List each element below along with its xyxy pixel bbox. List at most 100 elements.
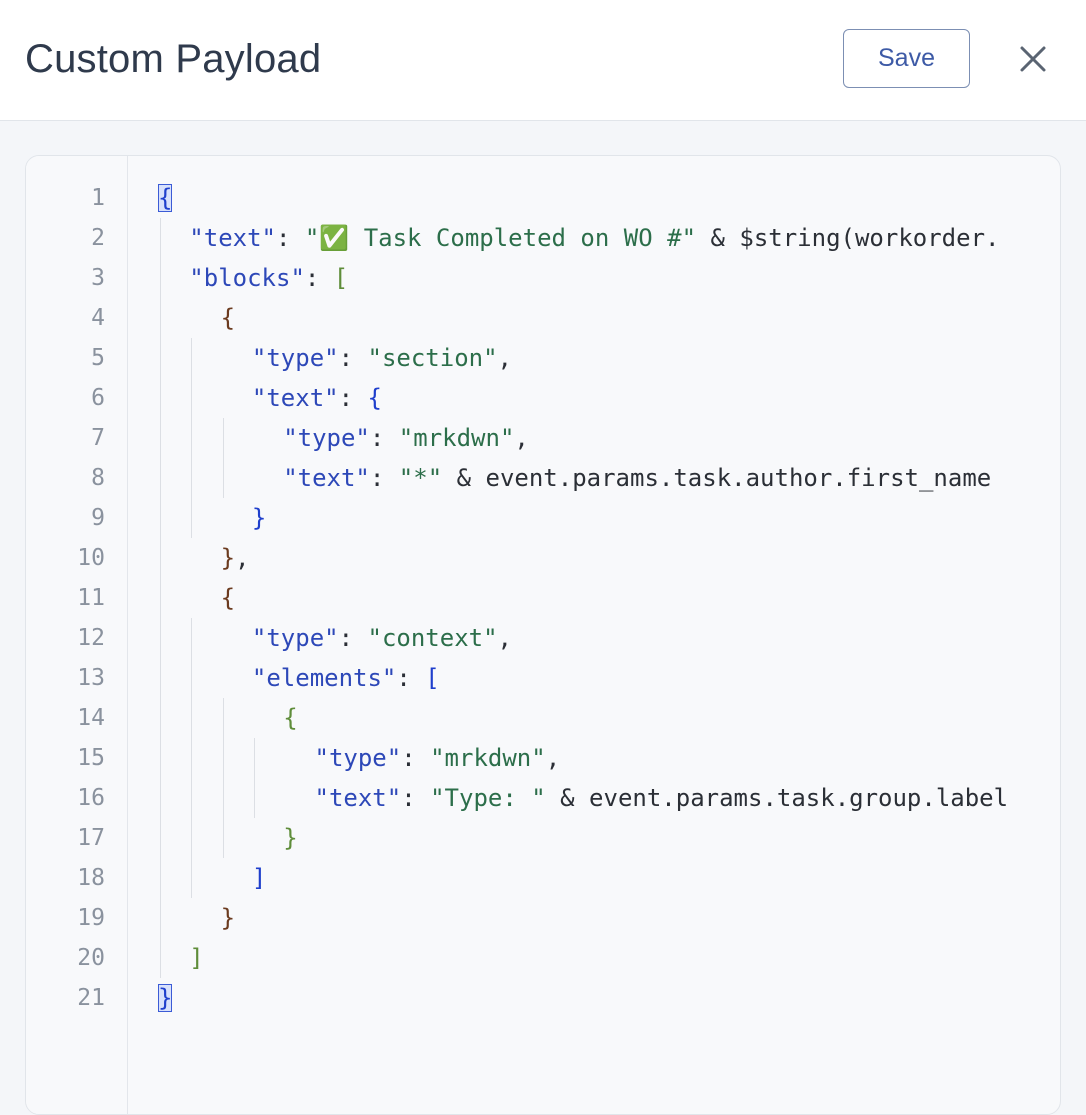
code-token: "text": [283, 464, 370, 492]
code-token: "type": [283, 424, 370, 452]
line-number: 11: [77, 585, 105, 611]
code-token: ,: [497, 624, 512, 652]
code-token: {: [220, 304, 236, 332]
line-number: 13: [77, 665, 105, 691]
code-token: ]: [189, 944, 204, 972]
code-token: :: [369, 464, 399, 492]
code-token: ,: [514, 424, 529, 452]
line-number: 12: [77, 625, 105, 651]
code-token: :: [338, 624, 368, 652]
code-token: "text": [314, 784, 402, 812]
line-number: 6: [91, 385, 105, 411]
code-token: "blocks": [189, 264, 305, 292]
line-number: 17: [77, 825, 105, 851]
line-number: 16: [77, 785, 105, 811]
code-token: "mrkdwn": [430, 744, 546, 772]
code-token: "text": [251, 384, 339, 412]
code-editor[interactable]: 1 2 3 4 5 6 7 8 9 10 11 12 13 14 15 16 17 18 19 20 21 {"text…: [25, 155, 1061, 1115]
line-number: 14: [77, 705, 105, 731]
code-token: & event.params.task.group.label: [545, 784, 1009, 812]
code-token: }: [158, 984, 173, 1012]
code-token: "type": [251, 344, 339, 372]
code-line[interactable]: "type": "mrkdwn",: [283, 418, 529, 458]
code-token: "type": [251, 624, 339, 652]
code-token: "type": [314, 744, 402, 772]
code-token: :: [401, 744, 431, 772]
code-token: [: [333, 264, 349, 292]
code-token: :: [338, 384, 368, 412]
line-number: 9: [91, 505, 105, 531]
indent-guide: [222, 418, 224, 498]
code-token: "text": [189, 224, 276, 252]
line-number: 2: [91, 225, 105, 251]
code-line[interactable]: {: [221, 298, 235, 338]
code-line[interactable]: {: [283, 698, 297, 738]
line-number-gutter: 1 2 3 4 5 6 7 8 9 10 11 12 13 14 15 16 17 18 19 20 21: [26, 156, 128, 1114]
code-token: :: [276, 224, 305, 252]
code-token: :: [396, 664, 426, 692]
code-token: {: [367, 384, 382, 412]
code-line[interactable]: ]: [189, 938, 203, 978]
code-line[interactable]: "elements": [: [252, 658, 440, 698]
line-number: 4: [91, 305, 105, 331]
line-number: 5: [91, 345, 105, 371]
code-token: {: [220, 584, 236, 612]
save-button[interactable]: Save: [843, 29, 970, 88]
code-token: }: [220, 544, 236, 572]
code-line[interactable]: "text": "✅ Task Completed on WO #" & $st…: [189, 218, 999, 258]
code-token: :: [338, 344, 368, 372]
line-number: 7: [91, 425, 105, 451]
code-token: {: [158, 184, 173, 212]
line-number: 3: [91, 265, 105, 291]
indent-guide: [222, 698, 224, 858]
close-icon[interactable]: [1012, 38, 1054, 80]
code-line[interactable]: "type": "section",: [252, 338, 512, 378]
line-number: 18: [77, 865, 105, 891]
code-line[interactable]: "text": "*" & event.params.task.author.f…: [283, 458, 991, 498]
code-line[interactable]: "text": {: [252, 378, 382, 418]
code-line[interactable]: {: [221, 578, 235, 618]
code-token: ]: [251, 864, 267, 892]
code-line[interactable]: }: [158, 978, 173, 1018]
code-line[interactable]: }: [252, 498, 266, 538]
code-token: "mrkdwn": [398, 424, 515, 452]
dialog-header: Custom Payload Save: [0, 0, 1086, 121]
code-token: ,: [497, 344, 512, 372]
code-token: :: [304, 264, 334, 292]
code-line[interactable]: }: [283, 818, 297, 858]
code-token: ,: [235, 544, 250, 572]
code-token: & event.params.task.author.first_name: [442, 464, 992, 492]
code-token: }: [220, 904, 236, 932]
code-line[interactable]: "text": "Type: " & event.params.task.gro…: [315, 778, 1009, 818]
code-line[interactable]: "blocks": [: [189, 258, 348, 298]
code-token: :: [401, 784, 431, 812]
code-token: }: [283, 824, 298, 852]
code-line[interactable]: },: [221, 538, 250, 578]
code-token: [: [425, 664, 440, 692]
line-number: 1: [91, 185, 105, 211]
indent-guide: [191, 618, 193, 898]
indent-guide: [191, 338, 193, 538]
code-token: "context": [367, 624, 498, 652]
code-token: & $string(workorder.: [696, 224, 1000, 252]
code-line[interactable]: {: [158, 178, 173, 218]
code-token: "✅ Task Completed on WO #": [304, 224, 697, 252]
code-token: {: [283, 704, 298, 732]
code-token: ,: [545, 744, 561, 772]
indent-guide: [253, 738, 255, 818]
code-area[interactable]: { "text": "✅ Task Completed on WO #" & $s…: [128, 156, 1060, 1114]
line-number: 19: [77, 905, 105, 931]
code-token: "Type: ": [430, 784, 546, 812]
code-token: "section": [367, 344, 498, 372]
code-token: }: [251, 504, 267, 532]
code-line[interactable]: "type": "mrkdwn",: [315, 738, 561, 778]
code-token: "*": [398, 464, 443, 492]
code-line[interactable]: "type": "context",: [252, 618, 512, 658]
code-line[interactable]: ]: [252, 858, 266, 898]
page-title: Custom Payload: [25, 37, 322, 81]
line-number: 8: [91, 465, 105, 491]
line-number: 21: [77, 985, 105, 1011]
code-line[interactable]: }: [221, 898, 235, 938]
code-token: "elements": [251, 664, 397, 692]
indent-guide: [160, 218, 161, 978]
